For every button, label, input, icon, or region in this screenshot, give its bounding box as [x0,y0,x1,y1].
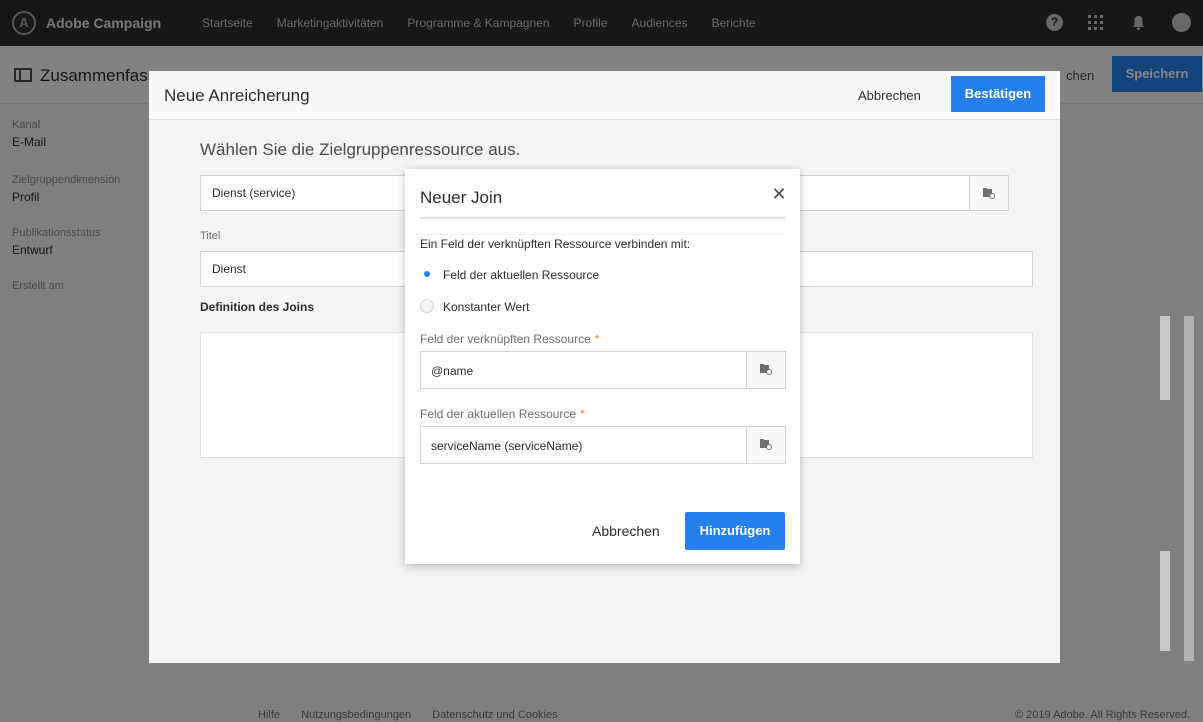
radio-label-constant-value[interactable]: Konstanter Wert [443,300,529,314]
current-resource-field-value: serviceName (serviceName) [431,439,583,453]
required-marker: * [580,407,585,421]
join-add-button[interactable]: Hinzufügen [685,512,785,550]
enrichment-subtitle: Wählen Sie die Zielgruppenressource aus. [200,140,521,159]
dialog-divider [420,217,785,219]
enrichment-dialog-title: Neue Anreicherung [164,86,310,105]
title-value: Dienst [212,262,247,276]
current-resource-field-input[interactable]: serviceName (serviceName) [420,426,786,464]
target-resource-picker-button[interactable] [969,176,1008,210]
title-label: Titel [200,230,221,242]
enrichment-confirm-button[interactable]: Bestätigen [951,76,1045,112]
new-join-title: Neuer Join [420,188,503,207]
required-marker: * [594,332,600,346]
radio-constant-value[interactable] [420,299,434,313]
dialog-divider [420,234,785,235]
radio-label-current-resource-field[interactable]: Feld der aktuellen Ressource [443,268,599,282]
current-field-label: Feld der aktuellen Ressource * [420,407,585,421]
new-join-dialog: Neuer Join ✕ Ein Feld der verknüpften Re… [405,169,800,564]
enrichment-dialog-header: Neue Anreicherung Abbrechen Bestätigen [149,71,1060,120]
join-definition-label: Definition des Joins [200,300,315,314]
resource-picker-icon [760,364,772,375]
scrollbar-thumb[interactable] [1160,316,1170,400]
linked-field-label-text: Feld der verknüpften Ressource [420,332,591,346]
target-resource-value: Dienst (service) [212,186,296,200]
linked-resource-field-value: @name [431,364,474,378]
current-field-label-text: Feld der aktuellen Ressource [420,407,577,421]
enrichment-cancel-button[interactable]: Abbrechen [858,88,921,103]
linked-resource-field-input[interactable]: @name [420,351,786,389]
join-cancel-button[interactable]: Abbrechen [592,523,660,539]
close-icon[interactable]: ✕ [771,185,787,203]
linked-field-picker-button[interactable] [746,352,785,388]
current-field-picker-button[interactable] [746,427,785,463]
resource-picker-icon [983,188,995,199]
radio-current-resource-field[interactable] [420,267,434,281]
linked-field-label: Feld der verknüpften Ressource * [420,332,599,346]
scrollbar-track[interactable] [1184,316,1194,661]
scrollbar-thumb[interactable] [1160,551,1170,651]
join-intro-text: Ein Feld der verknüpften Ressource verbi… [420,237,691,251]
resource-picker-icon [760,439,772,450]
